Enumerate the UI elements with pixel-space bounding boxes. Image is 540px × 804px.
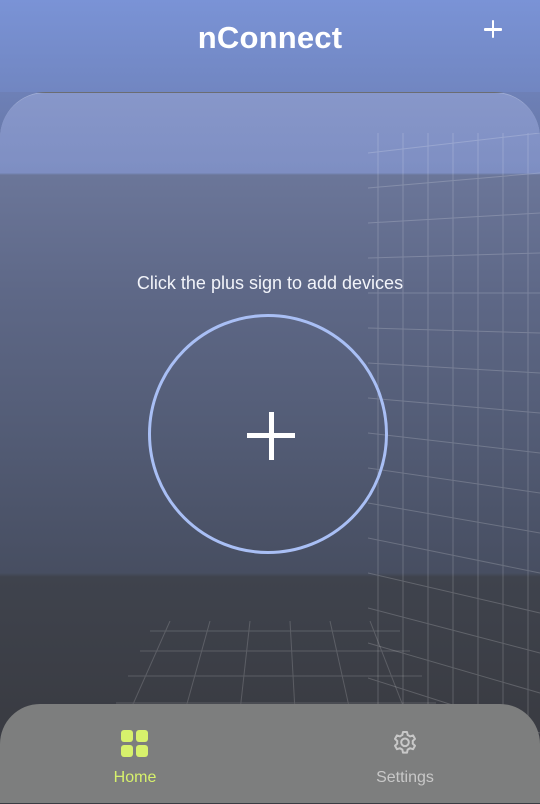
nav-settings-label: Settings: [376, 769, 434, 786]
grid-icon: [121, 730, 149, 758]
gear-icon: [394, 731, 416, 754]
add-device-header-button[interactable]: [478, 14, 508, 44]
app-title: nConnect: [197, 20, 343, 55]
add-device-button[interactable]: [148, 314, 388, 554]
nav-settings[interactable]: Settings: [345, 730, 465, 787]
nav-home-label: Home: [113, 769, 157, 786]
devices-panel: Click the plus sign to add devices: [0, 92, 540, 804]
app-header: nConnect: [0, 0, 540, 92]
nav-home[interactable]: Home: [75, 730, 195, 787]
plus-icon: [268, 412, 274, 460]
bottom-navigation: Home Settings: [0, 704, 540, 803]
add-devices-hint: Click the plus sign to add devices: [136, 273, 404, 293]
